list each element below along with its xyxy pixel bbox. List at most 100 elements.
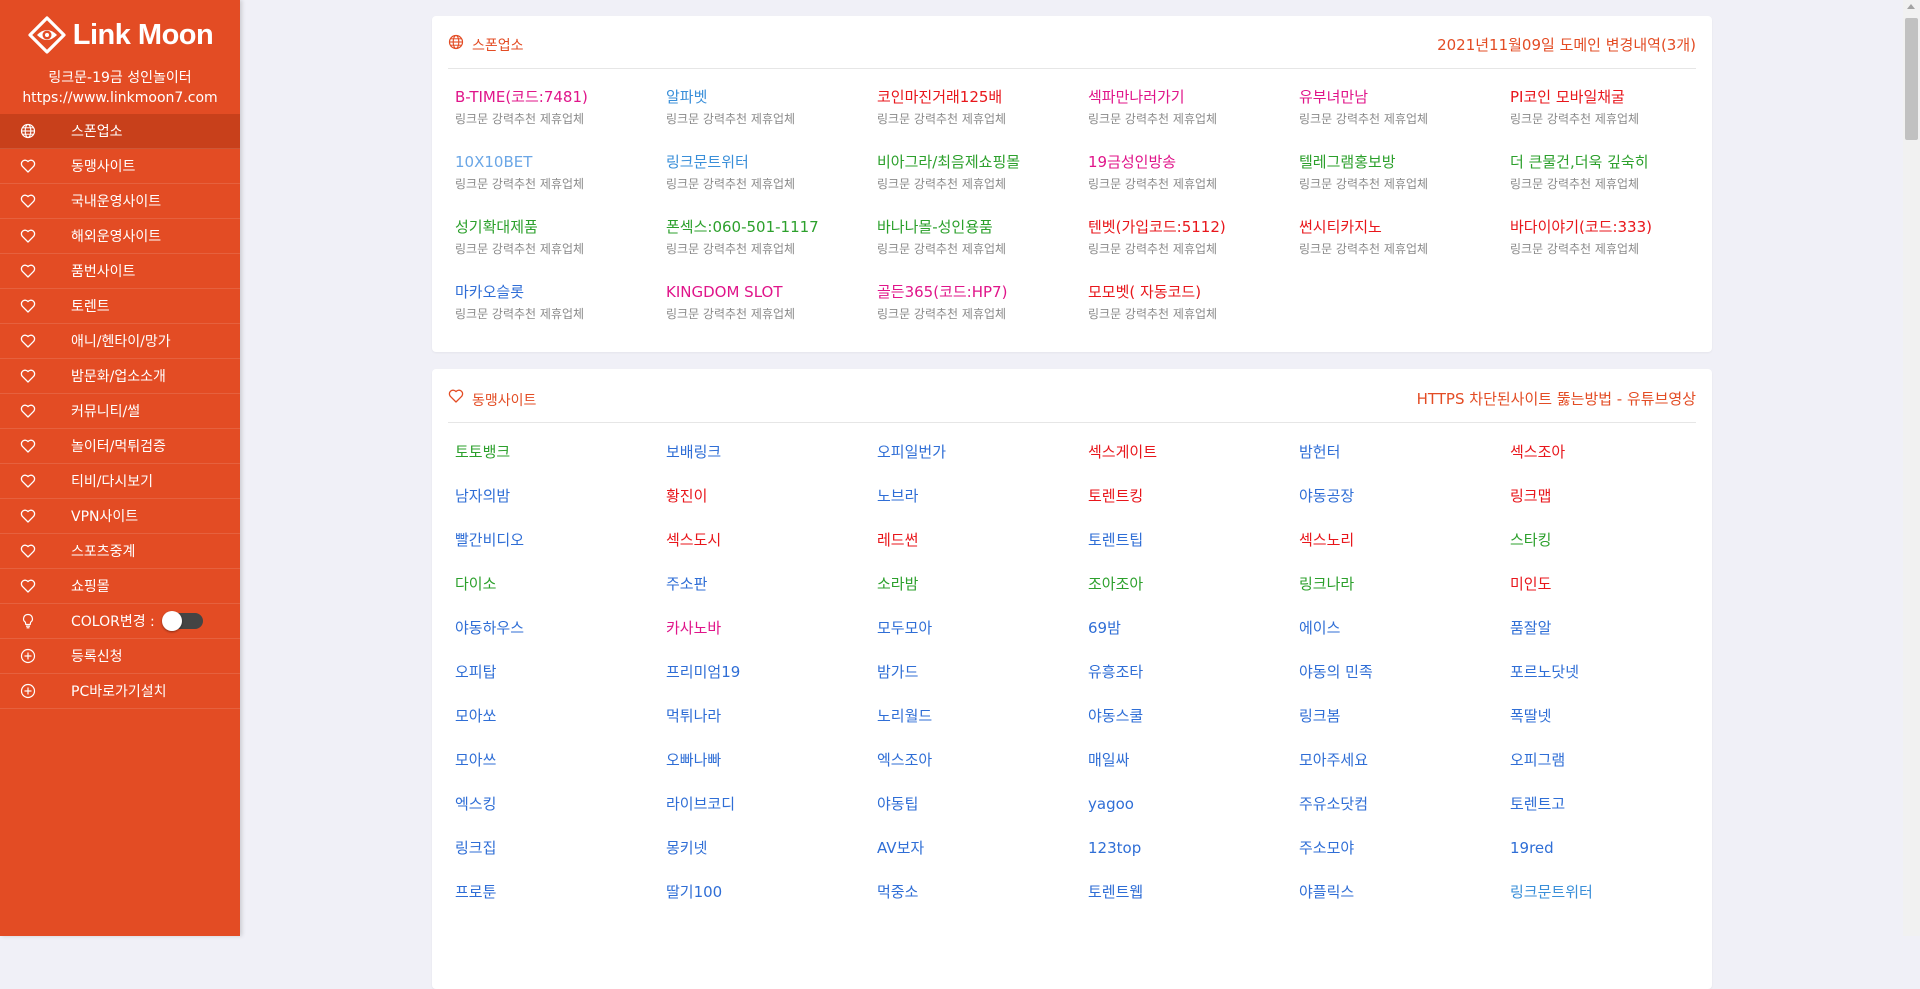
- alliance-site-link[interactable]: 밤헌터: [1299, 442, 1340, 462]
- alliance-site-link[interactable]: 카사노바: [666, 618, 721, 638]
- alliance-site-link[interactable]: 노브라: [877, 486, 918, 506]
- sponsor-item-name[interactable]: 19금성인방송: [1088, 153, 1176, 171]
- alliance-site-link[interactable]: 야동의 민족: [1299, 662, 1373, 682]
- sidebar-item-10[interactable]: 티비/다시보기: [0, 464, 240, 499]
- alliance-site-link[interactable]: 남자의밤: [455, 486, 510, 506]
- sponsor-item[interactable]: 폰섹스:060-501-1117 링크문 강력추천 제휴업체: [666, 217, 866, 257]
- color-mode-toggle[interactable]: [161, 611, 203, 631]
- alliance-site-link[interactable]: 섹스조아: [1510, 442, 1565, 462]
- alliance-site-link[interactable]: 몽키넷: [666, 838, 707, 858]
- sponsor-item[interactable]: 골든365(코드:HP7) 링크문 강력추천 제휴업체: [877, 282, 1077, 322]
- sponsor-item-name[interactable]: 성기확대제품: [455, 218, 538, 236]
- sponsor-item-name[interactable]: 10X10BET: [455, 153, 532, 171]
- sponsor-item-name[interactable]: 유부녀만남: [1299, 88, 1368, 106]
- alliance-site-link[interactable]: 빨간비디오: [455, 530, 524, 550]
- alliance-site-link[interactable]: 모두모아: [877, 618, 932, 638]
- alliance-site-link[interactable]: 토렌트고: [1510, 794, 1565, 814]
- scroll-thumb[interactable]: [1905, 18, 1918, 140]
- alliance-site-link[interactable]: 야동스쿨: [1088, 706, 1143, 726]
- alliance-site-link[interactable]: 섹스노리: [1299, 530, 1354, 550]
- sidebar-item-13[interactable]: 쇼핑몰: [0, 569, 240, 604]
- sponsor-item-name[interactable]: 비아그라/최음제쇼핑몰: [877, 153, 1020, 171]
- sidebar-item-4[interactable]: 품번사이트: [0, 254, 240, 289]
- sponsor-item[interactable]: B-TIME(코드:7481) 링크문 강력추천 제휴업체: [455, 87, 655, 127]
- sponsor-item-name[interactable]: 골든365(코드:HP7): [877, 283, 1007, 301]
- alliance-site-link[interactable]: 먹튀나라: [666, 706, 721, 726]
- alliance-site-link[interactable]: yagoo: [1088, 794, 1134, 814]
- alliance-site-link[interactable]: 오피탑: [455, 662, 496, 682]
- sidebar-item-9[interactable]: 놀이터/먹튀검증: [0, 429, 240, 464]
- sponsor-item-name[interactable]: 텐벳(가입코드:5112): [1088, 218, 1226, 236]
- alliance-site-link[interactable]: 레드썬: [877, 530, 918, 550]
- alliance-site-link[interactable]: 소라밤: [877, 574, 918, 594]
- alliance-site-link[interactable]: 라이브코디: [666, 794, 735, 814]
- sponsor-item[interactable]: 썬시티카지노 링크문 강력추천 제휴업체: [1299, 217, 1499, 257]
- alliance-site-link[interactable]: 프로툰: [455, 882, 496, 902]
- sidebar-item-14[interactable]: COLOR변경 :: [0, 604, 240, 639]
- alliance-site-link[interactable]: 폭딸넷: [1510, 706, 1551, 726]
- alliance-site-link[interactable]: 오빠나빠: [666, 750, 721, 770]
- alliance-site-link[interactable]: AV보자: [877, 838, 924, 858]
- sponsor-item-name[interactable]: 바다이야기(코드:333): [1510, 218, 1652, 236]
- alliance-site-link[interactable]: 19red: [1510, 838, 1554, 858]
- alliance-site-link[interactable]: 모아쏘: [455, 706, 496, 726]
- alliance-site-link[interactable]: 오피그램: [1510, 750, 1565, 770]
- sponsor-item[interactable]: 10X10BET 링크문 강력추천 제휴업체: [455, 152, 655, 192]
- alliance-site-link[interactable]: 모아주세요: [1299, 750, 1368, 770]
- alliance-site-link[interactable]: 품잘알: [1510, 618, 1551, 638]
- sponsor-item[interactable]: 바나나몰-성인용품 링크문 강력추천 제휴업체: [877, 217, 1077, 257]
- alliance-site-link[interactable]: 노리월드: [877, 706, 932, 726]
- sponsor-item-name[interactable]: 모모벳( 자동코드): [1088, 283, 1201, 301]
- sponsor-item-name[interactable]: 폰섹스:060-501-1117: [666, 218, 819, 236]
- sidebar-item-15[interactable]: 등록신청: [0, 639, 240, 674]
- alliance-site-link[interactable]: 야플릭스: [1299, 882, 1354, 902]
- alliance-site-link[interactable]: 링크맵: [1510, 486, 1551, 506]
- alliance-site-link[interactable]: 토렌트팁: [1088, 530, 1143, 550]
- scroll-up-arrow[interactable]: [1907, 4, 1915, 9]
- sponsor-item-name[interactable]: KINGDOM SLOT: [666, 283, 782, 301]
- alliance-site-link[interactable]: 주유소닷컴: [1299, 794, 1368, 814]
- sidebar-item-2[interactable]: 국내운영사이트: [0, 184, 240, 219]
- sponsor-item[interactable]: 섹파만나러가기 링크문 강력추천 제휴업체: [1088, 87, 1288, 127]
- alliance-site-link[interactable]: 주소모야: [1299, 838, 1354, 858]
- alliance-site-link[interactable]: 링크봄: [1299, 706, 1340, 726]
- alliance-site-link[interactable]: 링크집: [455, 838, 496, 858]
- sponsor-item[interactable]: KINGDOM SLOT 링크문 강력추천 제휴업체: [666, 282, 866, 322]
- sponsor-item[interactable]: 텐벳(가입코드:5112) 링크문 강력추천 제휴업체: [1088, 217, 1288, 257]
- sponsor-item-name[interactable]: 더 큰물건,더욱 깊숙히: [1510, 153, 1649, 171]
- sponsor-item-name[interactable]: PI코인 모바일채굴: [1510, 88, 1625, 106]
- sponsor-item[interactable]: 알파벳 링크문 강력추천 제휴업체: [666, 87, 866, 127]
- brand-logo[interactable]: Link Moon: [0, 0, 240, 70]
- alliance-site-link[interactable]: 황진이: [666, 486, 707, 506]
- alliance-site-link[interactable]: 링크문트위터: [1510, 882, 1593, 902]
- sidebar-item-11[interactable]: VPN사이트: [0, 499, 240, 534]
- sidebar-item-0[interactable]: 스폰업소: [0, 114, 240, 149]
- https-bypass-video-link[interactable]: HTTPS 차단된사이트 뚫는방법 - 유튜브영상: [1417, 388, 1696, 409]
- sidebar-item-1[interactable]: 동맹사이트: [0, 149, 240, 184]
- alliance-site-link[interactable]: 프리미엄19: [666, 662, 740, 682]
- alliance-site-link[interactable]: 매일싸: [1088, 750, 1129, 770]
- alliance-site-link[interactable]: 야동공장: [1299, 486, 1354, 506]
- sponsor-item[interactable]: PI코인 모바일채굴 링크문 강력추천 제휴업체: [1510, 87, 1710, 127]
- sponsor-item[interactable]: 텔레그램홍보방 링크문 강력추천 제휴업체: [1299, 152, 1499, 192]
- sponsor-item-name[interactable]: 바나나몰-성인용품: [877, 218, 993, 236]
- sponsor-item[interactable]: 모모벳( 자동코드) 링크문 강력추천 제휴업체: [1088, 282, 1288, 322]
- alliance-site-link[interactable]: 링크나라: [1299, 574, 1354, 594]
- alliance-site-link[interactable]: 딸기100: [666, 882, 722, 902]
- sponsor-item-name[interactable]: 링크문트위터: [666, 153, 749, 171]
- alliance-site-link[interactable]: 보배링크: [666, 442, 721, 462]
- sponsor-item-name[interactable]: 섹파만나러가기: [1088, 88, 1185, 106]
- alliance-site-link[interactable]: 오피일번가: [877, 442, 946, 462]
- alliance-site-link[interactable]: 스타킹: [1510, 530, 1551, 550]
- alliance-site-link[interactable]: 엑스조아: [877, 750, 932, 770]
- sponsor-item[interactable]: 비아그라/최음제쇼핑몰 링크문 강력추천 제휴업체: [877, 152, 1077, 192]
- sponsor-item-name[interactable]: 마카오슬롯: [455, 283, 524, 301]
- sponsor-item[interactable]: 성기확대제품 링크문 강력추천 제휴업체: [455, 217, 655, 257]
- alliance-site-link[interactable]: 야동하우스: [455, 618, 524, 638]
- sponsor-item[interactable]: 유부녀만남 링크문 강력추천 제휴업체: [1299, 87, 1499, 127]
- sponsor-item[interactable]: 바다이야기(코드:333) 링크문 강력추천 제휴업체: [1510, 217, 1710, 257]
- alliance-site-link[interactable]: 모아쓰: [455, 750, 496, 770]
- alliance-site-link[interactable]: 123top: [1088, 838, 1141, 858]
- sidebar-item-8[interactable]: 커뮤니티/썰: [0, 394, 240, 429]
- alliance-site-link[interactable]: 야동팁: [877, 794, 918, 814]
